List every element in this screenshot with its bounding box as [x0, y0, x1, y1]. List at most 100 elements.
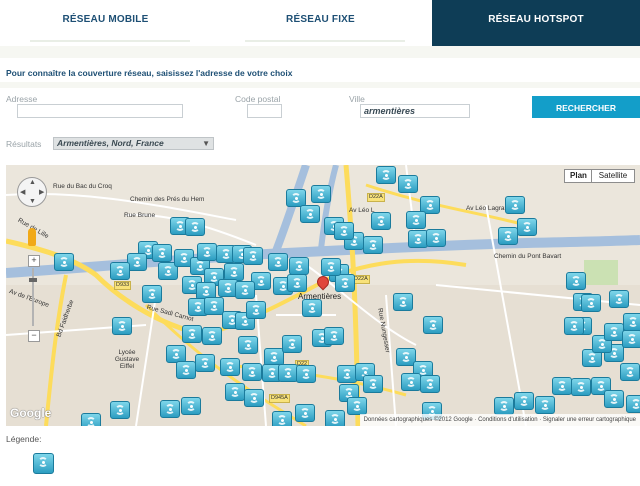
hotspot-marker[interactable]: [622, 330, 640, 348]
hotspot-marker[interactable]: [393, 293, 413, 311]
hotspot-marker[interactable]: [535, 396, 555, 414]
hotspot-marker[interactable]: [289, 257, 309, 275]
hotspot-marker[interactable]: [347, 397, 367, 415]
road-label: Chemin du Pont Bavart: [494, 253, 562, 260]
hotspot-marker[interactable]: [609, 290, 629, 308]
hotspot-marker[interactable]: [571, 378, 591, 396]
hotspot-marker[interactable]: [626, 395, 640, 413]
hotspot-marker[interactable]: [152, 244, 172, 262]
hotspot-marker[interactable]: [220, 358, 240, 376]
hotspot-marker[interactable]: [225, 383, 245, 401]
hotspot-marker[interactable]: [581, 294, 601, 312]
hotspot-marker[interactable]: [564, 317, 584, 335]
hotspot-marker[interactable]: [406, 211, 426, 229]
hotspot-marker[interactable]: [110, 262, 130, 280]
hotspot-marker[interactable]: [371, 212, 391, 230]
hotspot-marker[interactable]: [552, 377, 572, 395]
hotspot-marker[interactable]: [235, 281, 255, 299]
map-type-plan-button[interactable]: Plan: [564, 169, 593, 183]
hotspot-marker[interactable]: [420, 375, 440, 393]
results-label: Résultats: [6, 139, 42, 149]
road-badge: D933: [114, 281, 132, 290]
hotspot-marker[interactable]: [296, 365, 316, 383]
hotspot-marker[interactable]: [426, 229, 446, 247]
hotspot-marker[interactable]: [498, 227, 518, 245]
coverage-map[interactable]: Rue du Bac du Croq Chemin des Prés du He…: [6, 165, 640, 426]
arrow-up-icon[interactable]: ▲: [29, 179, 36, 186]
hotspot-marker[interactable]: [176, 361, 196, 379]
map-type-satellite-button[interactable]: Satellite: [591, 169, 635, 183]
hotspot-marker[interactable]: [334, 222, 354, 240]
hotspot-marker[interactable]: [127, 253, 147, 271]
zoom-in-button[interactable]: +: [28, 255, 40, 267]
hotspot-marker[interactable]: [604, 323, 624, 341]
hotspot-marker[interactable]: [295, 404, 315, 422]
tab-divider: [245, 40, 405, 42]
hotspot-marker[interactable]: [243, 247, 263, 265]
hotspot-marker[interactable]: [302, 299, 322, 317]
hotspot-marker[interactable]: [325, 410, 345, 426]
zoom-slider-thumb[interactable]: [29, 278, 37, 282]
postal-code-input[interactable]: [247, 104, 282, 118]
search-button[interactable]: RECHERCHER: [532, 96, 640, 118]
hotspot-marker[interactable]: [204, 297, 224, 315]
hotspot-marker[interactable]: [514, 392, 534, 410]
hotspot-marker[interactable]: [268, 253, 288, 271]
hotspot-marker[interactable]: [623, 313, 640, 331]
hotspot-marker[interactable]: [244, 389, 264, 407]
hotspot-marker[interactable]: [494, 397, 514, 415]
hotspot-marker[interactable]: [363, 375, 383, 393]
pan-control[interactable]: ▲ ▼ ◀ ▶: [17, 177, 47, 207]
hotspot-marker[interactable]: [287, 274, 307, 292]
hotspot-marker[interactable]: [182, 325, 202, 343]
hotspot-marker[interactable]: [335, 274, 355, 292]
hotspot-marker[interactable]: [181, 397, 201, 415]
arrow-left-icon[interactable]: ◀: [20, 188, 25, 196]
hotspot-marker[interactable]: [337, 365, 357, 383]
hotspot-marker[interactable]: [278, 364, 298, 382]
address-label: Adresse: [6, 94, 38, 104]
hotspot-marker[interactable]: [242, 363, 262, 381]
hotspot-marker[interactable]: [282, 335, 302, 353]
hotspot-marker[interactable]: [246, 301, 266, 319]
hotspot-marker[interactable]: [321, 258, 341, 276]
road-label: Rue du Bac du Croq: [53, 183, 112, 190]
hotspot-marker[interactable]: [566, 272, 586, 290]
hotspot-marker[interactable]: [363, 236, 383, 254]
hotspot-marker[interactable]: [311, 185, 331, 203]
hotspot-marker[interactable]: [197, 243, 217, 261]
hotspot-marker[interactable]: [112, 317, 132, 335]
hotspot-marker[interactable]: [81, 413, 101, 426]
hotspot-marker[interactable]: [195, 354, 215, 372]
hotspot-marker[interactable]: [398, 175, 418, 193]
arrow-right-icon[interactable]: ▶: [39, 188, 44, 196]
hotspot-marker[interactable]: [376, 166, 396, 184]
tab-reseau-hotspot[interactable]: RÉSEAU HOTSPOT: [432, 0, 640, 53]
hotspot-marker[interactable]: [142, 285, 162, 303]
hotspot-marker[interactable]: [604, 390, 624, 408]
hotspot-marker[interactable]: [620, 363, 640, 381]
hotspot-marker[interactable]: [238, 336, 258, 354]
zoom-out-button[interactable]: −: [28, 330, 40, 342]
address-input[interactable]: [17, 104, 183, 118]
street-view-pegman-icon[interactable]: [28, 228, 36, 246]
city-input[interactable]: [360, 104, 470, 118]
arrow-down-icon[interactable]: ▼: [29, 198, 36, 205]
hotspot-marker[interactable]: [202, 327, 222, 345]
hotspot-marker[interactable]: [300, 205, 320, 223]
hotspot-marker[interactable]: [517, 218, 537, 236]
hotspot-marker[interactable]: [408, 230, 428, 248]
hotspot-marker[interactable]: [272, 411, 292, 426]
hotspot-marker[interactable]: [54, 253, 74, 271]
hotspot-marker[interactable]: [160, 400, 180, 418]
hotspot-marker[interactable]: [110, 401, 130, 419]
hotspot-marker[interactable]: [401, 373, 421, 391]
hotspot-marker[interactable]: [423, 316, 443, 334]
map-attribution[interactable]: Données cartographiques ©2012 Google · C…: [359, 414, 640, 426]
hotspot-marker[interactable]: [505, 196, 525, 214]
results-select[interactable]: Armentières, Nord, France ▼: [53, 137, 214, 150]
separator: [0, 82, 640, 88]
zoom-slider-track[interactable]: [32, 268, 34, 326]
hotspot-marker[interactable]: [185, 218, 205, 236]
hotspot-marker[interactable]: [324, 327, 344, 345]
